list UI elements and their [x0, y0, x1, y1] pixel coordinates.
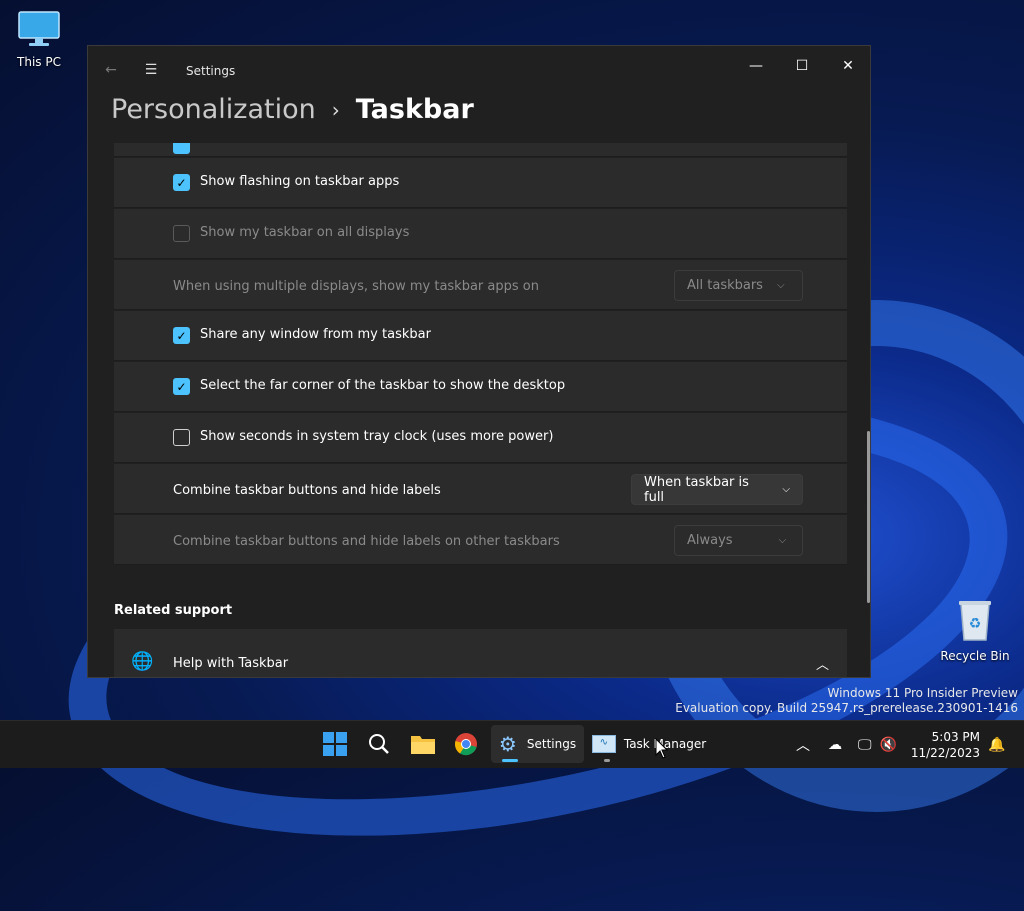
- settings-list: ✓ Show flashing on taskbar apps Show my …: [114, 143, 847, 623]
- help-with-taskbar-row[interactable]: 🌐 Help with Taskbar ︿: [114, 629, 847, 677]
- settings-row-share-window[interactable]: ✓ Share any window from my taskbar: [114, 311, 847, 361]
- checkmark-icon: ✓: [176, 328, 187, 343]
- close-icon: ✕: [842, 58, 854, 74]
- scrollbar-thumb[interactable]: [867, 431, 870, 603]
- all-displays-label: Show my taskbar on all displays: [200, 225, 410, 240]
- back-arrow-icon: ←: [105, 62, 117, 78]
- bell-icon: 🔔: [988, 737, 1006, 753]
- show-seconds-label: Show seconds in system tray clock (uses …: [200, 429, 554, 444]
- system-tray: ︿ ☁ 🖵 🔇: [796, 721, 897, 769]
- far-corner-label: Select the far corner of the taskbar to …: [200, 378, 566, 393]
- taskbar-settings-button[interactable]: ⚙ Settings: [491, 725, 584, 763]
- combine-buttons-value: When taskbar is full: [644, 474, 749, 505]
- chevron-down-icon: ⌵: [778, 535, 787, 546]
- mouse-cursor-icon: [655, 738, 669, 759]
- chrome-button[interactable]: [449, 725, 483, 763]
- folder-icon: [411, 736, 435, 754]
- settings-row-combine-buttons: Combine taskbar buttons and hide labels …: [114, 464, 847, 514]
- onedrive-icon[interactable]: ☁: [828, 737, 842, 753]
- clock[interactable]: 5:03 PM 11/22/2023: [911, 729, 980, 761]
- network-icon[interactable]: 🖵: [858, 737, 872, 753]
- this-pc-label: This PC: [17, 55, 61, 69]
- combine-other-value: Always: [687, 533, 733, 548]
- recycle-bin-label: Recycle Bin: [940, 649, 1010, 663]
- file-explorer-button[interactable]: [406, 725, 440, 763]
- clock-date: 11/22/2023: [910, 746, 980, 760]
- show-seconds-checkbox[interactable]: [173, 429, 190, 446]
- settings-row-far-corner[interactable]: ✓ Select the far corner of the taskbar t…: [114, 362, 847, 412]
- far-corner-checkbox[interactable]: ✓: [173, 378, 190, 395]
- settings-gear-icon: ⚙: [498, 732, 517, 756]
- help-with-taskbar-label: Help with Taskbar: [173, 656, 289, 671]
- checkmark-icon: ✓: [176, 379, 187, 394]
- share-window-label: Share any window from my taskbar: [200, 327, 431, 342]
- combine-buttons-dropdown[interactable]: When taskbar is full ⌵: [631, 474, 803, 505]
- partial-checkbox[interactable]: [173, 143, 190, 154]
- chevron-down-icon: ⌵: [776, 280, 785, 291]
- breadcrumb: Personalization › Taskbar: [111, 94, 474, 125]
- all-displays-checkbox[interactable]: [173, 225, 190, 242]
- evaluation-watermark-line1: Windows 11 Pro Insider Preview: [827, 686, 1018, 700]
- windows-logo-icon: [323, 732, 347, 756]
- combine-buttons-label: Combine taskbar buttons and hide labels: [173, 483, 441, 498]
- recycle-bin-desktop-icon[interactable]: ♻ Recycle Bin: [940, 598, 1010, 663]
- clock-time: 5:03 PM: [931, 730, 980, 744]
- evaluation-watermark-line2: Evaluation copy. Build 25947.rs_prerelea…: [675, 701, 1018, 715]
- this-pc-desktop-icon[interactable]: This PC: [4, 10, 74, 69]
- checkmark-icon: ✓: [176, 175, 187, 190]
- flashing-checkbox[interactable]: ✓: [173, 174, 190, 191]
- settings-window: ← ☰ Settings — ☐ ✕ Personalization › Tas…: [87, 45, 871, 678]
- combine-other-label: Combine taskbar buttons and hide labels …: [173, 534, 560, 549]
- chrome-icon: [454, 733, 477, 756]
- search-button[interactable]: [362, 725, 396, 763]
- chevron-up-icon[interactable]: ︿: [816, 654, 829, 673]
- breadcrumb-personalization[interactable]: Personalization: [111, 94, 316, 125]
- maximize-icon: ☐: [795, 58, 809, 74]
- settings-row-multiple-displays: When using multiple displays, show my ta…: [114, 260, 847, 310]
- globe-icon: 🌐: [131, 651, 154, 672]
- maximize-button[interactable]: ☐: [779, 54, 825, 78]
- chevron-up-icon[interactable]: ︿: [796, 735, 810, 755]
- task-manager-icon: ∿: [591, 735, 616, 753]
- minimize-icon: —: [749, 58, 763, 74]
- related-support-heading: Related support: [114, 603, 233, 618]
- monitor-icon: [18, 11, 60, 46]
- hamburger-menu-icon: ☰: [144, 62, 158, 78]
- settings-row-partial: [114, 143, 847, 157]
- close-button[interactable]: ✕: [825, 54, 870, 78]
- chevron-down-icon: ⌵: [782, 484, 790, 495]
- share-window-checkbox[interactable]: ✓: [173, 327, 190, 344]
- multiple-displays-dropdown[interactable]: All taskbars ⌵: [674, 270, 803, 301]
- settings-row-combine-other: Combine taskbar buttons and hide labels …: [114, 515, 847, 565]
- flashing-label: Show flashing on taskbar apps: [200, 174, 400, 189]
- combine-other-dropdown[interactable]: Always ⌵: [674, 525, 803, 556]
- settings-row-all-displays[interactable]: Show my taskbar on all displays: [114, 209, 847, 259]
- active-indicator: [502, 759, 518, 762]
- running-indicator: [604, 759, 610, 762]
- recycle-bin-icon: ♻: [959, 601, 991, 641]
- taskbar-task-manager-button[interactable]: ∿ Task Manager: [588, 725, 710, 763]
- page-title: Taskbar: [355, 94, 474, 125]
- multiple-displays-value: All taskbars: [687, 278, 763, 293]
- breadcrumb-chevron-icon: ›: [331, 97, 340, 122]
- app-title: Settings: [186, 64, 236, 78]
- svg-text:♻: ♻: [969, 616, 982, 632]
- navigation-menu-button[interactable]: ☰: [136, 58, 166, 82]
- search-icon: [369, 734, 389, 754]
- taskbar-settings-label: Settings: [526, 737, 577, 751]
- taskbar: ⚙ Settings ∿ Task Manager ︿ ☁ 🖵 🔇 5:03 P…: [0, 720, 1024, 768]
- multiple-displays-label: When using multiple displays, show my ta…: [173, 279, 539, 294]
- volume-icon[interactable]: 🔇: [880, 737, 897, 753]
- back-button[interactable]: ←: [96, 58, 126, 82]
- title-bar[interactable]: ← ☰ Settings — ☐ ✕: [88, 46, 870, 86]
- minimize-button[interactable]: —: [733, 54, 779, 78]
- settings-row-show-seconds[interactable]: Show seconds in system tray clock (uses …: [114, 413, 847, 463]
- settings-row-flashing[interactable]: ✓ Show flashing on taskbar apps: [114, 158, 847, 208]
- notifications-button[interactable]: 🔔: [988, 721, 1005, 769]
- start-button[interactable]: [318, 725, 352, 763]
